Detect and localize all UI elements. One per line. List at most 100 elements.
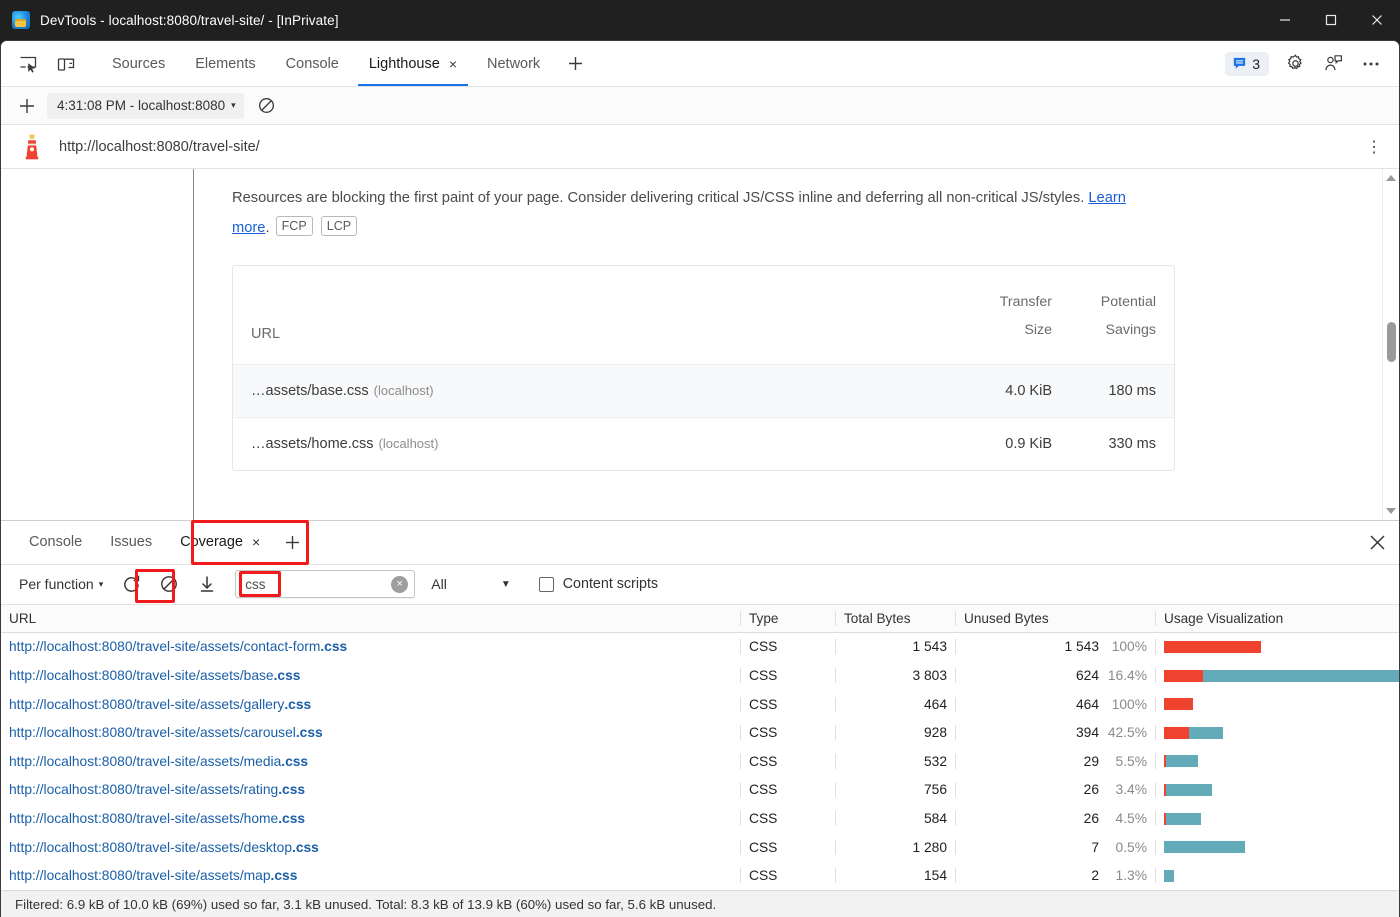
cell-usage-visualization <box>1156 727 1399 739</box>
table-row[interactable]: http://localhost:8080/travel-site/assets… <box>1 776 1399 805</box>
more-options-icon[interactable] <box>1353 47 1389 81</box>
col-header-usage[interactable]: Usage Visualization <box>1156 611 1399 626</box>
maximize-button[interactable] <box>1308 0 1354 40</box>
clear-reports-icon[interactable] <box>250 96 284 115</box>
devtools-tabbar: Sources Elements Console Lighthouse × Ne… <box>1 41 1399 87</box>
cell-type: CSS <box>741 782 836 797</box>
coverage-table-header: URL Type Total Bytes Unused Bytes Usage … <box>1 605 1399 633</box>
table-row[interactable]: http://localhost:8080/travel-site/assets… <box>1 833 1399 862</box>
table-row[interactable]: http://localhost:8080/travel-site/assets… <box>1 861 1399 890</box>
unused-segment <box>1164 727 1189 739</box>
metric-chip-fcp: FCP <box>276 216 313 236</box>
scrollbar-track[interactable] <box>1383 186 1400 503</box>
table-row[interactable]: http://localhost:8080/travel-site/assets… <box>1 747 1399 776</box>
drawer-tab-issues[interactable]: Issues <box>96 520 166 564</box>
coverage-rows: http://localhost:8080/travel-site/assets… <box>1 633 1399 890</box>
cell-url[interactable]: http://localhost:8080/travel-site/assets… <box>1 697 741 712</box>
content-scripts-checkbox[interactable] <box>539 577 554 592</box>
devtools-tabs: Sources Elements Console Lighthouse × Ne… <box>97 41 595 86</box>
col-header-type[interactable]: Type <box>741 611 836 626</box>
coverage-mode-selector[interactable]: Per function ▾ <box>11 576 111 592</box>
audit-row-savings: 180 ms <box>1052 383 1156 399</box>
tab-close-icon[interactable]: × <box>449 57 457 71</box>
table-row[interactable]: http://localhost:8080/travel-site/assets… <box>1 690 1399 719</box>
add-drawer-tab-icon[interactable] <box>274 533 310 552</box>
url-extension: .css <box>271 868 298 883</box>
gear-icon[interactable] <box>1277 47 1313 81</box>
drawer-tabbar: Console Issues Coverage × <box>1 521 1399 565</box>
usage-bar <box>1164 755 1391 767</box>
tab-sources[interactable]: Sources <box>97 41 180 86</box>
issues-badge[interactable]: 3 <box>1225 52 1269 76</box>
cell-url[interactable]: http://localhost:8080/travel-site/assets… <box>1 668 741 683</box>
report-scrollbar[interactable] <box>1382 169 1399 520</box>
reload-coverage-button[interactable] <box>113 569 149 599</box>
col-header-unused[interactable]: Unused Bytes <box>956 611 1156 626</box>
usage-bar <box>1164 698 1391 710</box>
cell-url[interactable]: http://localhost:8080/travel-site/assets… <box>1 754 741 769</box>
cell-unused-bytes: 21.3% <box>956 868 1156 883</box>
audit-col-transfer-line2: Size <box>948 316 1052 344</box>
cell-url[interactable]: http://localhost:8080/travel-site/assets… <box>1 868 741 883</box>
drawer-tab-coverage[interactable]: Coverage × <box>166 520 274 564</box>
new-report-icon[interactable] <box>11 96 43 116</box>
cell-url[interactable]: http://localhost:8080/travel-site/assets… <box>1 840 741 855</box>
scroll-up-icon[interactable] <box>1383 169 1400 186</box>
tab-label: Elements <box>195 56 255 72</box>
clear-coverage-button[interactable] <box>151 569 187 599</box>
drawer-tab-console[interactable]: Console <box>15 520 96 564</box>
unused-percent: 100% <box>1099 697 1147 712</box>
table-row[interactable]: http://localhost:8080/travel-site/assets… <box>1 804 1399 833</box>
coverage-filter-input[interactable]: css × <box>235 570 415 598</box>
chevron-down-icon: ▼ <box>501 579 511 590</box>
cell-type: CSS <box>741 868 836 883</box>
table-row[interactable]: http://localhost:8080/travel-site/assets… <box>1 633 1399 662</box>
tab-elements[interactable]: Elements <box>180 41 270 86</box>
report-url: http://localhost:8080/travel-site/ <box>59 139 260 155</box>
used-segment <box>1166 813 1201 825</box>
url-extension: .css <box>278 811 305 826</box>
audit-col-savings-line1: Potential <box>1052 288 1156 316</box>
minimize-button[interactable] <box>1262 0 1308 40</box>
drawer-tab-close-icon[interactable]: × <box>252 534 260 550</box>
scrollbar-thumb[interactable] <box>1387 322 1396 362</box>
feedback-icon[interactable] <box>1315 47 1351 81</box>
scroll-down-icon[interactable] <box>1383 503 1400 520</box>
used-segment <box>1164 841 1244 853</box>
tab-network[interactable]: Network <box>472 41 555 86</box>
cell-url[interactable]: http://localhost:8080/travel-site/assets… <box>1 725 741 740</box>
more-tabs-icon[interactable] <box>555 41 595 86</box>
clear-filter-icon[interactable]: × <box>391 576 408 593</box>
unused-segment <box>1164 698 1193 710</box>
device-toolbar-icon[interactable] <box>49 47 83 81</box>
report-run-selector[interactable]: 4:31:08 PM - localhost:8080 ▾ <box>47 93 244 119</box>
unused-percent: 4.5% <box>1099 811 1147 826</box>
table-row[interactable]: http://localhost:8080/travel-site/assets… <box>1 661 1399 690</box>
table-row[interactable]: http://localhost:8080/travel-site/assets… <box>1 718 1399 747</box>
cell-url[interactable]: http://localhost:8080/travel-site/assets… <box>1 811 741 826</box>
url-extension: .css <box>320 639 347 654</box>
cell-total-bytes: 154 <box>836 868 956 883</box>
used-segment <box>1203 670 1400 682</box>
close-button[interactable] <box>1354 0 1400 40</box>
cell-usage-visualization <box>1156 870 1399 882</box>
cell-url[interactable]: http://localhost:8080/travel-site/assets… <box>1 639 741 654</box>
tab-console[interactable]: Console <box>271 41 354 86</box>
used-segment <box>1166 755 1198 767</box>
report-menu-icon[interactable]: ⋮ <box>1359 137 1389 157</box>
export-coverage-button[interactable] <box>189 569 225 599</box>
tab-label: Sources <box>112 56 165 72</box>
unused-bytes-value: 26 <box>1084 811 1099 826</box>
audit-col-transfer: Transfer Size <box>948 288 1052 344</box>
content-scripts-toggle[interactable]: Content scripts <box>539 576 658 592</box>
col-header-total[interactable]: Total Bytes <box>836 611 956 626</box>
tab-lighthouse[interactable]: Lighthouse × <box>354 41 472 86</box>
close-drawer-icon[interactable] <box>1355 520 1399 564</box>
col-header-url[interactable]: URL <box>1 611 741 626</box>
audit-row-url: …assets/base.css(localhost) <box>251 383 948 399</box>
inspect-element-icon[interactable] <box>11 47 45 81</box>
cell-total-bytes: 756 <box>836 782 956 797</box>
coverage-type-filter[interactable]: All ▼ <box>431 576 510 592</box>
cell-unused-bytes: 62416.4% <box>956 668 1156 683</box>
cell-url[interactable]: http://localhost:8080/travel-site/assets… <box>1 782 741 797</box>
